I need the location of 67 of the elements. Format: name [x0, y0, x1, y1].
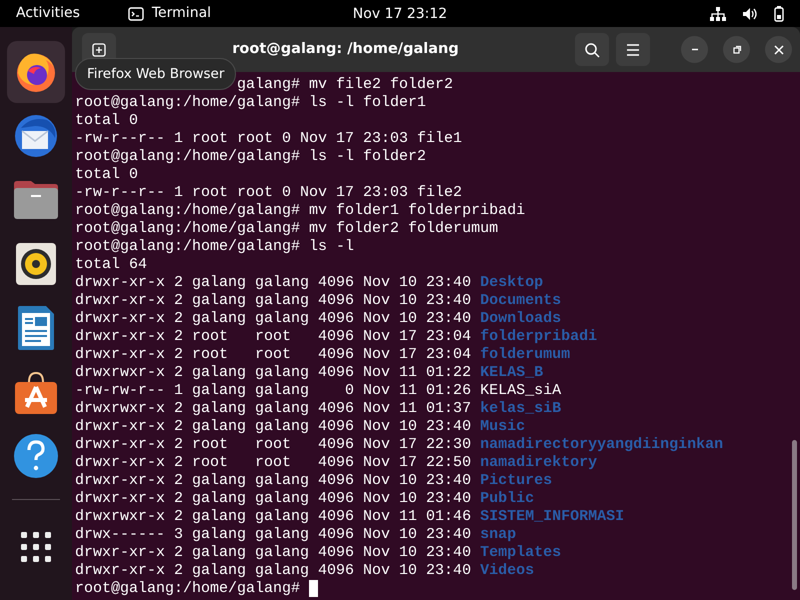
directory-name: Desktop [480, 274, 544, 292]
terminal-line: drwxr-xr-x 2 galang galang 4096 Nov 10 23:40 [75, 310, 472, 328]
directory-name: SISTEM_INFORMASI [480, 508, 624, 526]
terminal-line: drwx------ 3 galang galang 4096 Nov 10 23:40 [75, 526, 472, 544]
terminal-line: drwxr-xr-x 2 root root 4096 Nov 17 22:50 [75, 454, 472, 472]
directory-name: kelas_siB [480, 400, 562, 418]
terminal-line: root@galang:/home/galang# ls -l [75, 238, 354, 256]
terminal-line: drwxr-xr-x 2 galang galang 4096 Nov 10 23:40 [75, 472, 472, 490]
terminal-line: total 0 [75, 112, 138, 130]
directory-name: Music [480, 418, 526, 436]
terminal-line: root@galang:/home/galang# [75, 580, 300, 598]
battery-icon[interactable] [774, 6, 784, 22]
menu-button[interactable] [616, 33, 650, 66]
close-icon [772, 44, 784, 56]
terminal-line: -rw-rw-r-- 1 galang galang 0 Nov 11 01:26 [75, 382, 472, 400]
tooltip: Firefox Web Browser [75, 58, 236, 90]
terminal-line: -rw-r--r-- 1 root root 0 Nov 17 23:03 file2 [75, 184, 462, 202]
close-button[interactable] [765, 36, 792, 63]
minimize-icon [690, 48, 698, 51]
plus-icon [92, 42, 106, 56]
terminal-line: total 64 [75, 256, 148, 274]
window-title: root@galang: /home/galang [231, 40, 460, 59]
scrollbar[interactable] [792, 440, 797, 590]
terminal-line: drwxrwxr-x 2 galang galang 4096 Nov 11 01:22 [75, 364, 472, 382]
app-menu[interactable]: Terminal [152, 3, 212, 24]
directory-name: Downloads [480, 310, 562, 328]
terminal-line: drwxr-xr-x 2 galang galang 4096 Nov 10 23:40 [75, 292, 472, 310]
terminal-line: root@galang:/home/galang# ls -l folder2 [75, 148, 426, 166]
file-name: KELAS_siA [480, 382, 562, 400]
terminal-icon [128, 6, 144, 20]
directory-name: Templates [480, 544, 562, 562]
directory-name: folderumum [480, 346, 570, 364]
terminal-line: drwxr-xr-x 2 galang galang 4096 Nov 10 23:40 [75, 418, 472, 436]
terminal-line: drwxr-xr-x 2 galang galang 4096 Nov 10 23:40 [75, 562, 472, 580]
directory-name: namadirektory [480, 454, 598, 472]
activities-button[interactable]: Activities [16, 3, 80, 24]
browser-icon[interactable] [7, 41, 65, 103]
directory-name: snap [480, 526, 516, 544]
directory-name: Public [480, 490, 534, 508]
volume-icon[interactable] [742, 6, 758, 20]
directory-name: Videos [480, 562, 534, 580]
terminal-line: drwxr-xr-x 2 root root 4096 Nov 17 23:04 [75, 328, 472, 346]
terminal-line: drwxr-xr-x 2 galang galang 4096 Nov 10 23:40 [75, 274, 472, 292]
directory-name: folderpribadi [480, 328, 598, 346]
terminal-line: drwxrwxr-x 2 galang galang 4096 Nov 11 01:37 [75, 400, 472, 418]
terminal-line: total 0 [75, 166, 138, 184]
terminal-line: drwxr-xr-x 2 galang galang 4096 Nov 10 23:40 [75, 544, 472, 562]
network-icon[interactable] [710, 6, 726, 20]
terminal-line: drwxr-xr-x 2 root root 4096 Nov 17 22:30 [75, 436, 472, 454]
terminal-line: drwxr-xr-x 2 galang galang 4096 Nov 10 23:40 [75, 490, 472, 508]
clock[interactable]: Nov 17 23:12 [352, 6, 448, 22]
directory-name: Pictures [480, 472, 552, 490]
maximize-button[interactable] [723, 36, 750, 63]
maximize-icon [730, 44, 742, 56]
terminal-line: -rw-r--r-- 1 root root 0 Nov 17 23:03 file1 [75, 130, 462, 148]
search-icon [584, 42, 600, 58]
terminal-line: galang# mv file2 folder2 [237, 76, 454, 94]
directory-name: namadirectoryyangdiinginkan [480, 436, 724, 454]
terminal-line: drwxrwxr-x 2 galang galang 4096 Nov 11 01:46 [75, 508, 472, 526]
terminal-line: root@galang:/home/galang# mv folder2 folderumum [75, 220, 498, 238]
terminal-line: drwxr-xr-x 2 root root 4096 Nov 17 23:04 [75, 346, 472, 364]
search-button[interactable] [575, 33, 609, 66]
menu-icon [626, 44, 640, 56]
directory-name: KELAS_B [480, 364, 544, 382]
terminal-line: root@galang:/home/galang# ls -l folder1 [75, 94, 426, 112]
directory-name: Documents [480, 292, 562, 310]
terminal-line: root@galang:/home/galang# mv folder1 folderpribadi [75, 202, 526, 220]
